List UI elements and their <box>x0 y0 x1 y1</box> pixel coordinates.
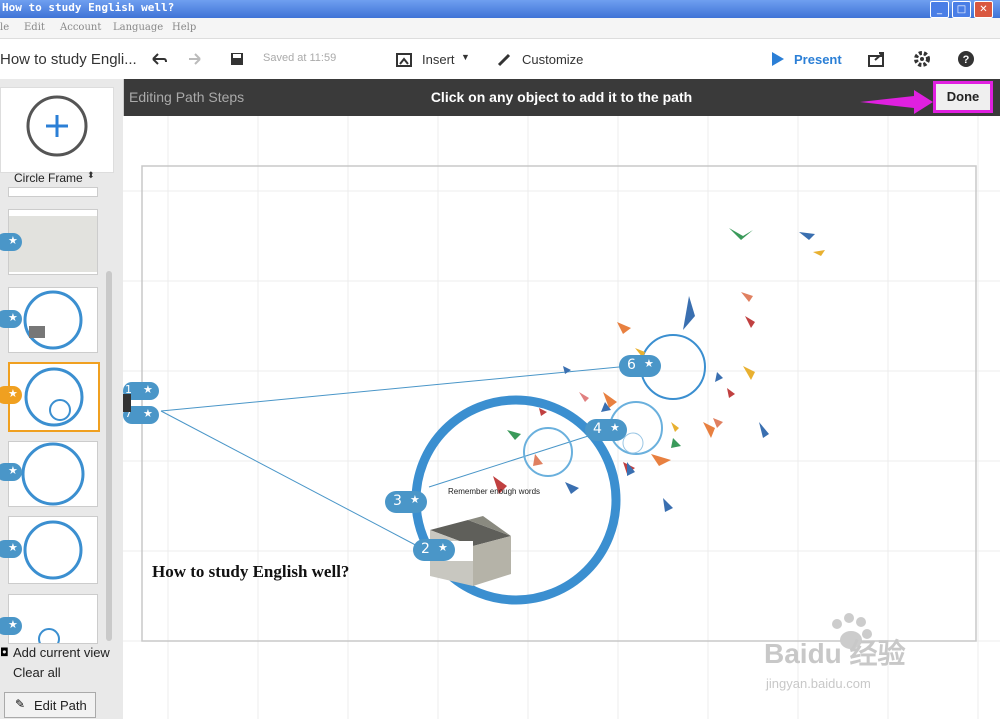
thumbnail-step-6[interactable] <box>8 594 98 644</box>
path-step-badge-2[interactable]: 2 ★ <box>413 539 455 561</box>
star-icon: ★ <box>8 618 18 631</box>
app-toolbar: How to study Engli... Saved at 11:59 Ins… <box>0 39 1000 79</box>
share-icon[interactable] <box>867 50 887 68</box>
star-icon: ★ <box>438 541 448 554</box>
step-badge[interactable]: ★ <box>0 540 22 558</box>
close-button[interactable]: ✕ <box>974 1 993 18</box>
star-icon: ★ <box>8 234 18 247</box>
step-badge-selected[interactable]: ★ <box>0 386 22 404</box>
minimize-button[interactable]: _ <box>930 1 949 18</box>
star-icon: ★ <box>410 493 420 506</box>
document-title[interactable]: How to study Engli... <box>0 51 137 68</box>
redo-icon[interactable] <box>185 51 203 67</box>
watermark-url: jingyan.baidu.com <box>766 676 871 691</box>
presentation-title[interactable]: How to study English well? <box>152 562 349 582</box>
path-step-badge-3[interactable]: 3 ★ <box>385 491 427 513</box>
brush-icon <box>497 53 511 67</box>
updown-icon: ⬍ <box>87 171 95 181</box>
svg-text:?: ? <box>963 54 970 66</box>
drag-handle-icon[interactable] <box>123 394 131 412</box>
path-sidebar: Circle Frame ⬍ ★ ★ ★ ★ ★ ★ ◘ Add current… <box>0 79 124 719</box>
chevron-down-icon: ▼ <box>461 52 470 62</box>
menu-edit[interactable]: Edit <box>24 22 45 33</box>
help-icon[interactable]: ? <box>957 50 975 68</box>
edit-path-label: Edit Path <box>34 698 87 713</box>
done-button[interactable]: Done <box>933 81 993 113</box>
step-badge[interactable]: ★ <box>0 617 22 635</box>
star-icon: ★ <box>8 464 18 477</box>
star-icon: ★ <box>143 407 153 420</box>
step-number: 2 <box>421 541 430 557</box>
watermark-brand: Baidu 经验 <box>764 638 906 669</box>
menu-file[interactable]: le <box>0 22 9 33</box>
star-icon: ★ <box>8 311 18 324</box>
thumbnail-image <box>38 628 60 643</box>
clear-all-button[interactable]: Clear all <box>13 665 61 680</box>
thumbnail-partial[interactable] <box>8 187 98 197</box>
sidebar-scrollbar[interactable] <box>106 271 112 641</box>
thumbnail-image <box>23 520 83 580</box>
step-badge[interactable]: ★ <box>0 233 22 251</box>
menu-language[interactable]: Language <box>113 22 163 33</box>
saved-status: Saved at 11:59 <box>263 52 337 64</box>
step-badge[interactable]: ★ <box>0 310 22 328</box>
thumbnail-image <box>9 216 97 272</box>
step-badge[interactable]: ★ <box>0 463 22 481</box>
circle-frame-preview[interactable] <box>0 87 114 173</box>
window-titlebar: How to study English well? _ □ ✕ <box>0 0 1000 18</box>
menu-account[interactable]: Account <box>60 22 101 33</box>
path-step-badge-6[interactable]: 6 ★ <box>619 355 661 377</box>
undo-icon[interactable] <box>150 51 168 67</box>
maximize-button[interactable]: □ <box>952 1 971 18</box>
step-number: 3 <box>393 493 402 509</box>
path-step-badge-4[interactable]: 4 ★ <box>585 419 627 441</box>
presentation-canvas[interactable]: 1 ★ 7 ★ 3 ★ 2 ★ 4 ★ 6 ★ Remember enough … <box>123 116 1000 719</box>
star-icon: ★ <box>8 387 18 400</box>
remember-words-text[interactable]: Remember enough words <box>448 487 540 496</box>
gear-icon[interactable] <box>913 50 931 68</box>
star-icon: ★ <box>143 383 153 396</box>
thumbnail-image <box>23 290 83 350</box>
insert-menu[interactable]: Insert <box>422 52 455 67</box>
star-icon: ★ <box>8 541 18 554</box>
camera-icon: ◘ <box>0 646 9 659</box>
window-title: How to study English well? <box>2 1 175 14</box>
thumbnail-image <box>21 442 85 506</box>
arrow-annotation-icon <box>860 90 933 114</box>
frame-type-select[interactable]: Circle Frame <box>14 171 83 185</box>
play-icon <box>772 52 784 66</box>
small-circle-frame <box>523 427 573 477</box>
menu-help[interactable]: Help <box>172 22 196 33</box>
customize-button[interactable]: Customize <box>522 52 583 67</box>
star-icon: ★ <box>610 421 620 434</box>
pencil-icon: ✎ <box>15 697 26 711</box>
save-icon[interactable] <box>230 52 244 66</box>
edit-path-button[interactable]: ✎ Edit Path <box>4 692 96 718</box>
star-icon: ★ <box>644 357 654 370</box>
add-frame-icon[interactable] <box>1 88 113 172</box>
thumbnail-image <box>24 367 84 427</box>
path-lines <box>160 364 641 551</box>
present-button[interactable]: Present <box>794 52 842 67</box>
add-current-view-button[interactable]: Add current view <box>13 645 110 660</box>
thumbnail-step-3-selected[interactable] <box>8 362 100 432</box>
step-number: 6 <box>627 357 636 373</box>
menu-bar: le Edit Account Language Help <box>0 18 1000 39</box>
insert-icon <box>396 53 412 67</box>
step-number: 4 <box>593 421 602 437</box>
